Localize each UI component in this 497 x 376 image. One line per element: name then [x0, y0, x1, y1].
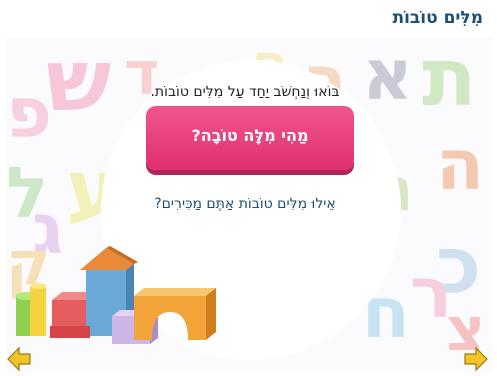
question-text: אֵילוּ מִלִּים טוֹבוֹת אַתֶּם מַכִּירִים…: [154, 196, 336, 212]
bg-letter: ש: [46, 38, 112, 131]
bg-letter: ת: [422, 38, 477, 124]
arrow-right-icon[interactable]: [463, 346, 489, 372]
bg-letter: ה: [436, 124, 485, 206]
page-title: מִלִּים טוֹבוֹת: [392, 8, 483, 28]
app-window: מִלִּים טוֹבוֹת ש א ת ב ה ע פ ל ג כ ח ר …: [0, 0, 497, 376]
bg-letter: ק: [6, 229, 51, 299]
bg-letter: פ: [6, 72, 53, 154]
what-is-good-word-button[interactable]: מַהִי מִלָּה טוֹבָה?: [146, 106, 354, 170]
arrow-left-icon[interactable]: [6, 346, 32, 372]
intro-text: בּוֹאוּ וְנַחְשֹׁב יַחַד עַל מִלִּים טוֹ…: [150, 84, 340, 100]
main-button-label: מַהִי מִלָּה טוֹבָה?: [191, 126, 309, 145]
header-bar: מִלִּים טוֹבוֹת: [6, 0, 493, 38]
